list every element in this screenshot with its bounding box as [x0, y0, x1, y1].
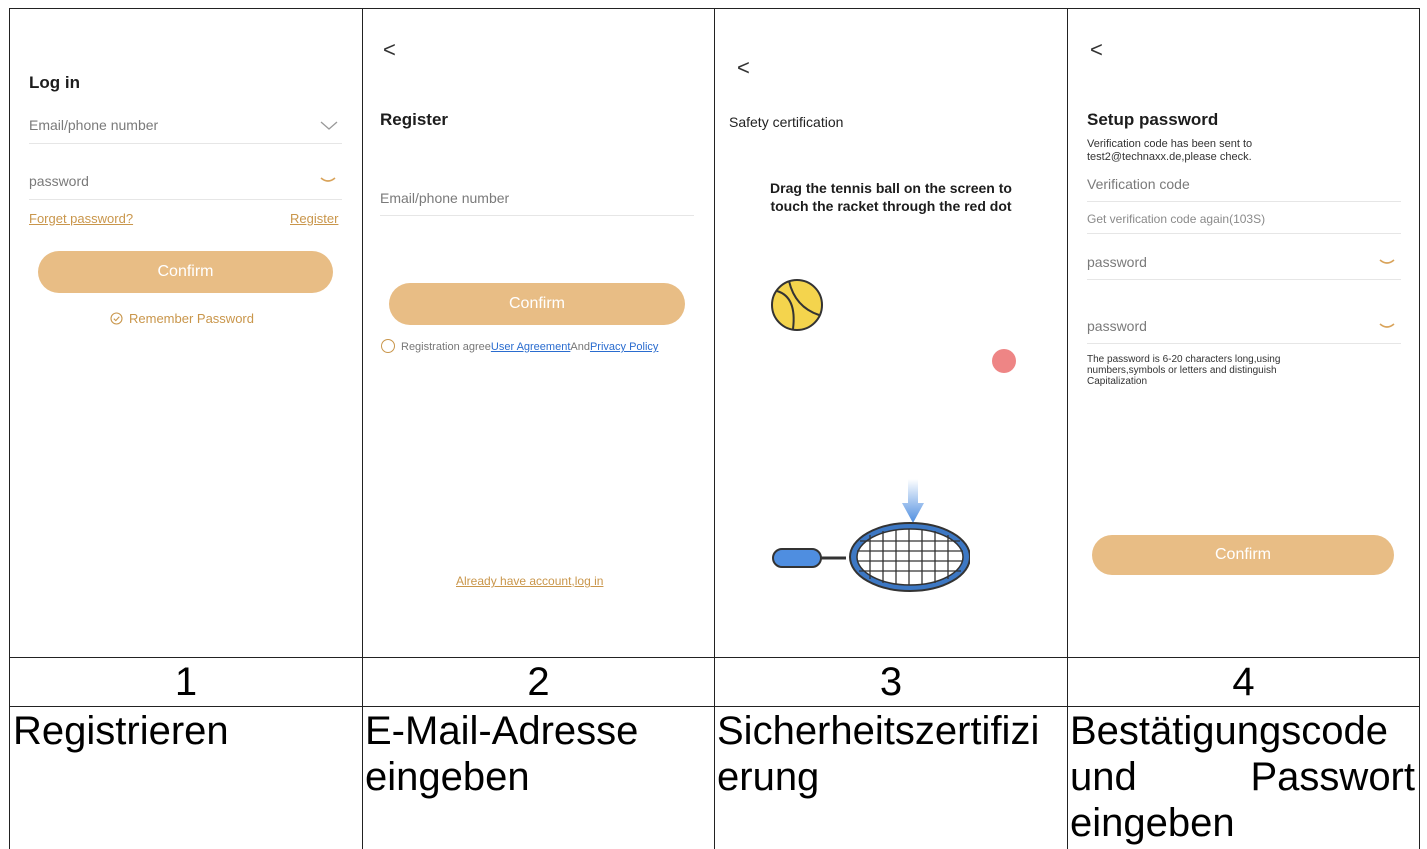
code-underline — [1087, 201, 1401, 202]
email-field[interactable]: Email/phone number — [380, 190, 509, 206]
caption-line: E-Mail-Adresse — [365, 709, 639, 753]
step-caption: Sicherheitszertifizi erung — [717, 708, 1067, 800]
user-agreement-link[interactable]: User Agreement — [491, 341, 570, 353]
privacy-policy-link[interactable]: Privacy Policy — [590, 341, 658, 353]
agreement-row: Registration agreeUser AgreementAndPriva… — [381, 339, 658, 353]
email-field[interactable]: Email/phone number — [29, 117, 158, 133]
resend-underline — [1087, 233, 1401, 234]
step-caption: E-Mail-Adresse eingeben — [365, 708, 710, 800]
confirm-password-field[interactable]: password — [1087, 318, 1147, 334]
page-title: Setup password — [1087, 110, 1219, 129]
instruction-line: touch the racket through the red dot — [770, 198, 1012, 214]
check-circle-icon — [110, 312, 123, 325]
back-icon[interactable]: < — [383, 37, 396, 63]
step-caption: Bestätigungscode und Passwort eingeben — [1070, 708, 1415, 846]
confirm-button[interactable]: Confirm — [1092, 535, 1394, 575]
password-field[interactable]: password — [29, 173, 89, 189]
password-hint: The password is 6-20 characters long,usi… — [1087, 354, 1280, 387]
password-underline — [1087, 279, 1401, 280]
message-line: test2@technaxx.de,please check. — [1087, 151, 1252, 163]
login-screen: Log in Email/phone number password Forge… — [10, 9, 362, 657]
confirm-button[interactable]: Confirm — [38, 251, 333, 293]
already-have-account-link[interactable]: Already have account,log in — [456, 574, 603, 588]
message-line: Verification code has been sent to — [1087, 138, 1253, 150]
hint-line: The password is 6-20 characters long,usi… — [1087, 354, 1281, 365]
step-number: 2 — [527, 660, 550, 704]
step-caption: Registrieren — [13, 708, 358, 754]
page-title: Safety certification — [729, 114, 844, 130]
eye-closed-icon[interactable] — [320, 176, 336, 184]
register-link[interactable]: Register — [290, 211, 338, 226]
verification-code-field[interactable]: Verification code — [1087, 176, 1190, 192]
agree-radio[interactable] — [381, 339, 395, 353]
tennis-ball-icon[interactable] — [769, 277, 825, 333]
racket-icon — [772, 479, 970, 592]
and-text: And — [570, 341, 590, 353]
caption-line: Sicherheitszertifizi — [717, 709, 1040, 753]
remember-password-checkbox[interactable]: Remember Password — [110, 311, 254, 326]
instruction-table: Log in Email/phone number password Forge… — [9, 8, 1420, 849]
hint-line: Capitalization — [1087, 376, 1148, 387]
instruction-line: Drag the tennis ball on the screen to — [770, 180, 1012, 196]
caption-line: Registrieren — [13, 709, 229, 753]
code-sent-message: Verification code has been sent to test2… — [1087, 138, 1252, 164]
confirm-password-underline — [1087, 343, 1401, 344]
confirm-button[interactable]: Confirm — [389, 283, 685, 325]
email-underline — [380, 215, 694, 216]
back-icon[interactable]: < — [1090, 37, 1103, 63]
page-title: Register — [380, 110, 449, 129]
register-screen: < Register Email/phone number Confirm Re… — [363, 9, 714, 657]
step-number: 3 — [879, 660, 903, 704]
captcha-instruction: Drag the tennis ball on the screen to to… — [715, 179, 1067, 215]
password-field[interactable]: password — [1087, 254, 1147, 270]
safety-certification-screen: < Safety certification Drag the tennis b… — [715, 9, 1067, 657]
caption-line: eingeben — [365, 755, 530, 799]
resend-code-link[interactable]: Get verification code again(103S) — [1087, 212, 1265, 226]
eye-closed-icon[interactable] — [1379, 258, 1395, 266]
step-number: 1 — [174, 660, 198, 704]
caption-line: Bestätigungscode — [1070, 709, 1389, 753]
red-dot-target — [992, 349, 1016, 373]
caption-line: und Passwort — [1070, 754, 1415, 800]
email-underline — [29, 143, 342, 144]
table-col-divider — [1419, 8, 1420, 849]
step-number: 4 — [1232, 660, 1255, 704]
forget-password-link[interactable]: Forget password? — [29, 211, 133, 226]
caption-line: erung — [717, 755, 820, 799]
agree-prefix: Registration agree — [401, 341, 491, 353]
back-icon[interactable]: < — [737, 55, 750, 81]
password-underline — [29, 199, 342, 200]
caption-word: Passwort — [1250, 755, 1416, 799]
eye-closed-icon[interactable] — [1379, 322, 1395, 330]
chevron-down-icon[interactable] — [320, 121, 338, 131]
setup-password-screen: < Setup password Verification code has b… — [1068, 9, 1419, 657]
hint-line: numbers,symbols or letters and distingui… — [1087, 365, 1277, 376]
page-title: Log in — [29, 73, 80, 92]
remember-password-label: Remember Password — [129, 311, 254, 326]
caption-line: eingeben — [1070, 801, 1235, 845]
caption-word: und — [1070, 755, 1137, 799]
